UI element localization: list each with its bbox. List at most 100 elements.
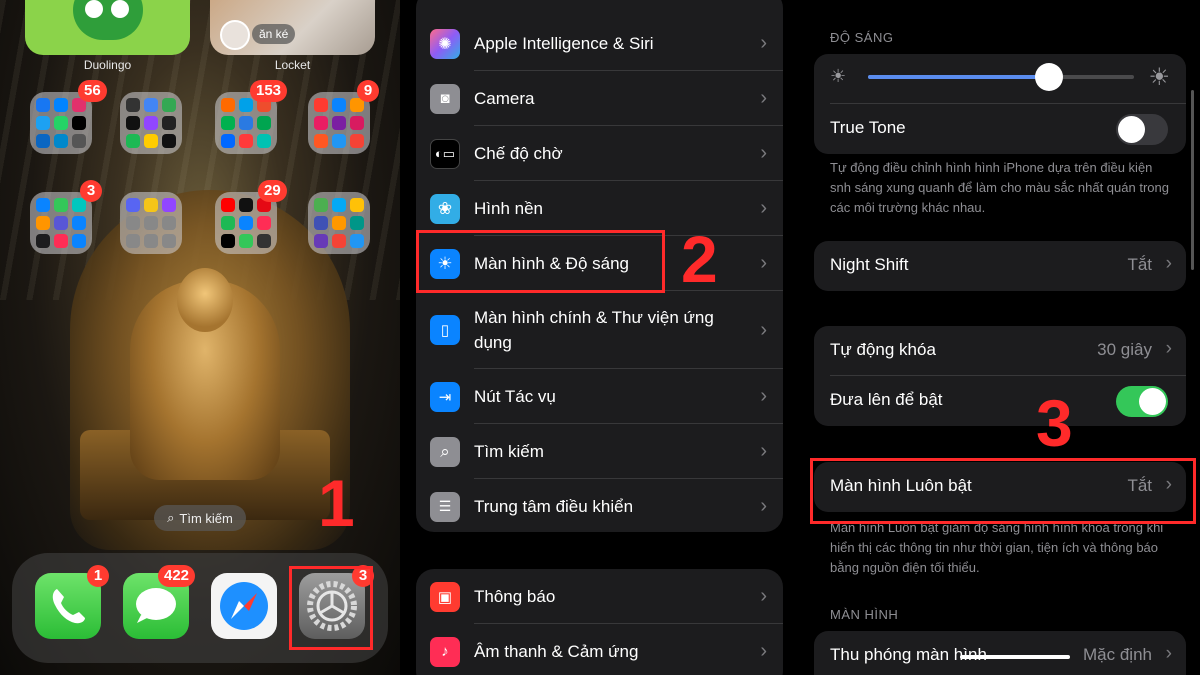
phone-badge: 1 bbox=[87, 565, 109, 587]
settings-panel: ✺ Apple Intelligence & Siri › ◙ Camera ›… bbox=[400, 0, 800, 675]
notifications-icon: ▣ bbox=[430, 581, 460, 612]
chevron-right-icon: › bbox=[760, 385, 767, 407]
chevron-right-icon: › bbox=[760, 318, 767, 341]
settings-row-wallpaper[interactable]: ❀ Hình nền › bbox=[416, 181, 783, 236]
messages-badge: 422 bbox=[158, 565, 196, 587]
control-center-icon: ☰ bbox=[430, 491, 460, 522]
settings-group-notifications: ▣ Thông báo › ♪ Âm thanh & Cảm ứng › bbox=[416, 569, 783, 675]
screen-section-title: MÀN HÌNH bbox=[830, 607, 899, 622]
chevron-right-icon: › bbox=[760, 585, 767, 607]
locket-widget-label: Locket bbox=[274, 58, 311, 72]
brightness-section-title: ĐỘ SÁNG bbox=[830, 30, 894, 45]
chevron-right-icon: › bbox=[760, 142, 767, 164]
step-number-2: 2 bbox=[681, 222, 718, 296]
settings-row-search[interactable]: ⌕ Tìm kiếm › bbox=[416, 424, 783, 479]
night-shift-row[interactable]: Night Shift Tắt › bbox=[814, 241, 1186, 291]
sounds-icon: ♪ bbox=[430, 636, 460, 667]
true-tone-row: True Tone bbox=[814, 104, 1186, 154]
locket-caption: ăn ké bbox=[252, 24, 296, 44]
highlight-display-row bbox=[416, 230, 665, 293]
settings-row-label: Camera bbox=[474, 89, 535, 108]
duolingo-widget-label: Duolingo bbox=[83, 58, 132, 72]
chevron-right-icon: › bbox=[760, 252, 767, 274]
app-folder-5[interactable] bbox=[30, 192, 92, 254]
safari-app-icon[interactable] bbox=[211, 573, 277, 639]
settings-row-label: Apple Intelligence & Siri bbox=[474, 34, 654, 53]
wallpaper-icon: ❀ bbox=[430, 193, 460, 224]
settings-row-label: Chế độ chờ bbox=[474, 144, 563, 163]
auto-lock-label: Tự động khóa bbox=[830, 340, 936, 359]
display-zoom-value: Mặc định bbox=[1083, 645, 1152, 664]
settings-row-label: Thông báo bbox=[474, 587, 556, 606]
tutorial-collage: Duolingo ăn ké Locket 56 153 9 3 29 ⌕ Tì… bbox=[0, 0, 1200, 675]
settings-row-label: Màn hình chính & Thư viện ứng dụng bbox=[474, 308, 714, 352]
app-folder-6[interactable] bbox=[120, 192, 182, 254]
display-zoom-row[interactable]: Thu phóng màn hình Mặc định › bbox=[814, 631, 1186, 675]
settings-row-camera[interactable]: ◙ Camera › bbox=[416, 71, 783, 126]
settings-row-label: Hình nền bbox=[474, 199, 543, 218]
duolingo-owl-icon bbox=[73, 0, 143, 40]
camera-icon: ◙ bbox=[430, 83, 460, 114]
settings-row-action-button[interactable]: ⇥ Nút Tác vụ › bbox=[416, 369, 783, 424]
app-folder-2[interactable] bbox=[120, 92, 182, 154]
folder-badge: 56 bbox=[78, 80, 107, 102]
true-tone-description: Tự động điều chỉnh hình hình iPhone dựa … bbox=[830, 160, 1169, 215]
app-folder-4[interactable] bbox=[308, 92, 370, 154]
home-screen-icon: ▯ bbox=[430, 315, 460, 345]
always-on-description: Màn hình Luôn bật giảm độ sáng hình hình… bbox=[830, 520, 1164, 575]
settings-row-standby[interactable]: ◐▭ Chế độ chờ › bbox=[416, 126, 783, 181]
display-brightness-panel: ĐỘ SÁNG ☀ ☀ True Tone Tự động điều chỉnh… bbox=[800, 0, 1200, 675]
settings-row-control-center[interactable]: ☰ Trung tâm điều khiển › bbox=[416, 479, 783, 532]
scrollbar[interactable] bbox=[1191, 90, 1194, 270]
folder-badge: 9 bbox=[357, 80, 379, 102]
locket-widget[interactable]: ăn ké bbox=[210, 0, 375, 55]
step-number-3: 3 bbox=[1036, 386, 1073, 460]
true-tone-label: True Tone bbox=[830, 118, 906, 137]
settings-row-sounds[interactable]: ♪ Âm thanh & Cảm ứng › bbox=[416, 624, 783, 675]
folder-badge: 3 bbox=[80, 180, 102, 202]
brightness-group: ☀ ☀ True Tone bbox=[814, 54, 1186, 154]
wallpaper-buddha-head bbox=[177, 268, 233, 332]
raise-to-wake-label: Đưa lên để bật bbox=[830, 390, 943, 409]
brightness-slider[interactable] bbox=[868, 63, 1134, 91]
sun-large-icon: ☀ bbox=[1148, 64, 1170, 91]
chevron-right-icon: › bbox=[760, 640, 767, 662]
chevron-right-icon: › bbox=[1165, 253, 1172, 274]
step-number-1: 1 bbox=[318, 466, 355, 540]
night-shift-group: Night Shift Tắt › bbox=[814, 241, 1186, 291]
brightness-slider-row: ☀ ☀ bbox=[814, 54, 1186, 104]
settings-row-notifications[interactable]: ▣ Thông báo › bbox=[416, 569, 783, 624]
chevron-right-icon: › bbox=[760, 495, 767, 517]
chevron-right-icon: › bbox=[1165, 643, 1172, 664]
home-search-label: Tìm kiếm bbox=[179, 510, 233, 526]
duolingo-widget[interactable] bbox=[25, 0, 190, 55]
home-search-pill[interactable]: ⌕ Tìm kiếm bbox=[154, 505, 246, 531]
settings-row-siri[interactable]: ✺ Apple Intelligence & Siri › bbox=[416, 16, 783, 71]
settings-row-label: Trung tâm điều khiển bbox=[474, 497, 634, 516]
chevron-right-icon: › bbox=[760, 440, 767, 462]
auto-lock-row[interactable]: Tự động khóa 30 giây › bbox=[814, 326, 1186, 376]
sun-small-icon: ☀ bbox=[830, 66, 847, 86]
chevron-right-icon: › bbox=[1165, 338, 1172, 359]
zoom-group: Thu phóng màn hình Mặc định › bbox=[814, 631, 1186, 675]
folder-badge: 29 bbox=[258, 180, 287, 202]
chevron-right-icon: › bbox=[760, 197, 767, 219]
night-shift-label: Night Shift bbox=[830, 255, 909, 274]
standby-icon: ◐▭ bbox=[430, 138, 460, 169]
brightness-fill bbox=[868, 75, 1049, 79]
app-folder-1[interactable] bbox=[30, 92, 92, 154]
lock-group: Tự động khóa 30 giây › Đưa lên để bật bbox=[814, 326, 1186, 426]
chevron-right-icon: › bbox=[760, 87, 767, 109]
night-shift-value: Tắt bbox=[1127, 255, 1152, 274]
brightness-slider-knob[interactable] bbox=[1034, 63, 1063, 91]
home-indicator bbox=[960, 655, 1070, 659]
true-tone-toggle[interactable] bbox=[1116, 114, 1168, 145]
settings-row-label: Âm thanh & Cảm ứng bbox=[474, 642, 639, 661]
app-folder-8[interactable] bbox=[308, 192, 370, 254]
siri-icon: ✺ bbox=[430, 28, 460, 59]
raise-to-wake-toggle[interactable] bbox=[1116, 386, 1168, 417]
search-icon: ⌕ bbox=[430, 436, 460, 467]
settings-row-label: Nút Tác vụ bbox=[474, 387, 556, 406]
auto-lock-value: 30 giây bbox=[1097, 340, 1152, 359]
settings-row-home-screen[interactable]: ▯ Màn hình chính & Thư viện ứng dụng › bbox=[416, 291, 783, 369]
